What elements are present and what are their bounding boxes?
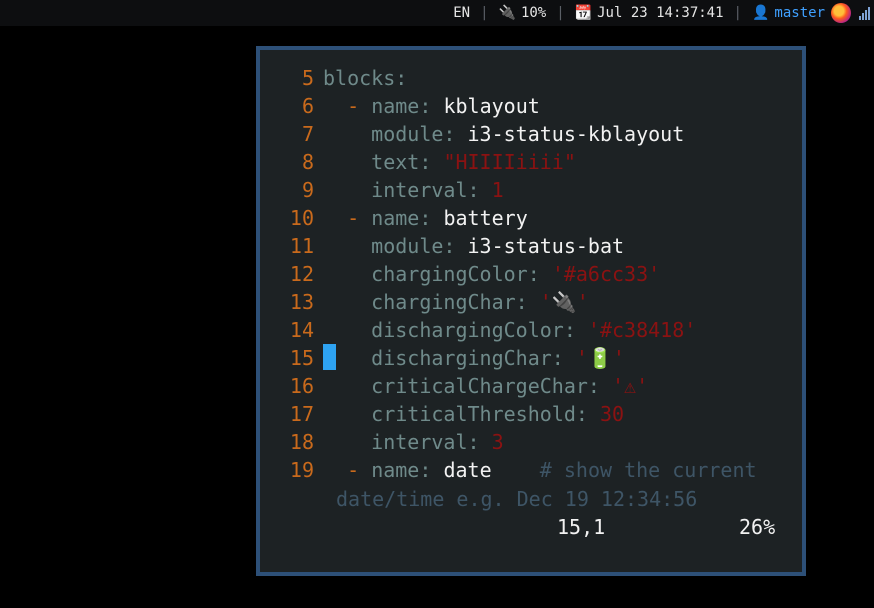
yaml-value: '#c38418' — [587, 318, 697, 342]
line-content: module: i3-status-kblayout — [371, 122, 685, 146]
firefox-tray-icon[interactable] — [831, 3, 851, 23]
line-content: chargingChar: '🔌' — [371, 290, 589, 314]
user-indicator[interactable]: 👤 master — [752, 5, 825, 21]
line-number: 6 — [301, 94, 314, 118]
text-cursor — [323, 344, 336, 370]
line-number: 10 — [289, 206, 314, 230]
yaml-value: "HIIIIiiii" — [443, 150, 576, 174]
line-content: text: "HIIIIiiii" — [371, 150, 576, 174]
keyboard-layout-text: EN — [453, 5, 471, 21]
battery-indicator[interactable]: 🔌 10% — [499, 5, 547, 21]
line-number: 9 — [301, 178, 314, 202]
line-number: 5 — [301, 66, 314, 90]
line-number: 13 — [289, 290, 314, 314]
yaml-value: '🔌' — [539, 290, 589, 314]
yaml-key: chargingColor — [371, 262, 528, 286]
line-number: 17 — [289, 402, 314, 426]
line-content: criticalThreshold: 30 — [371, 402, 625, 426]
yaml-key: text — [371, 150, 420, 174]
plug-icon: 🔌 — [498, 5, 516, 21]
line-number: 12 — [289, 262, 314, 286]
user-icon: 👤 — [751, 5, 770, 21]
yaml-key: criticalChargeChar — [371, 374, 588, 398]
line-number: 16 — [289, 374, 314, 398]
keyboard-layout-indicator[interactable]: EN — [453, 5, 470, 21]
line-number: 8 — [301, 150, 314, 174]
yaml-value: i3-status-bat — [467, 234, 625, 258]
yaml-key: interval — [371, 178, 468, 202]
yaml-key: dischargingChar — [371, 346, 552, 370]
yaml-value: 30 — [599, 402, 625, 426]
datetime-text: Jul 23 14:37:41 — [597, 5, 724, 21]
line-number: 18 — [289, 430, 314, 454]
wrapped-comment-line: date/time e.g. Dec 19 12:34:56 — [336, 487, 698, 511]
yaml-value: '🔋' — [575, 346, 625, 370]
yaml-key: module — [371, 122, 444, 146]
yaml-key: module — [371, 234, 444, 258]
yaml-key: criticalThreshold — [371, 402, 576, 426]
username: master — [774, 5, 825, 21]
yaml-value: kblayout — [443, 94, 540, 118]
line-content: dischargingColor: '#c38418' — [371, 318, 697, 342]
line-number: 7 — [301, 122, 314, 146]
yaml-key: dischargingColor — [371, 318, 564, 342]
yaml-comment: # show the current — [491, 458, 757, 482]
line-content: interval: 3 — [371, 430, 504, 454]
line-content: - name: kblayout — [347, 94, 540, 118]
line-content: chargingColor: '#a6cc33' — [371, 262, 661, 286]
top-status-bar: EN | 🔌 10% | 📆 Jul 23 14:37:41 | 👤 maste… — [0, 0, 874, 26]
battery-percent: 10% — [520, 5, 547, 21]
line-content: interval: 1 — [371, 178, 504, 202]
yaml-key: name — [371, 206, 420, 230]
yaml-key: name — [371, 458, 420, 482]
cursor-position: 15,1 — [557, 515, 606, 539]
line-content: criticalChargeChar: '⚠' — [371, 374, 649, 398]
line-number: 14 — [289, 318, 314, 342]
yaml-value: date — [443, 458, 492, 482]
separator: | — [733, 5, 742, 21]
yaml-key: chargingChar — [371, 290, 516, 314]
scroll-percent: 26% — [739, 515, 776, 539]
line-content: dischargingChar: '🔋' — [371, 346, 625, 370]
line-content: - name: battery — [347, 206, 528, 230]
wifi-signal-icon[interactable] — [859, 6, 870, 20]
yaml-value: '⚠' — [612, 374, 649, 398]
yaml-value: i3-status-kblayout — [467, 122, 685, 146]
line-number: 11 — [289, 234, 314, 258]
separator: | — [480, 5, 489, 21]
list-dash: - — [347, 206, 372, 230]
list-dash: - — [347, 94, 372, 118]
line-number: 19 — [289, 458, 314, 482]
terminal-window[interactable]: 5 blocks: 6 - name: kblayout 7 module: i3-s… — [256, 46, 806, 576]
separator: | — [556, 5, 565, 21]
yaml-value: 1 — [491, 178, 504, 202]
line-content: blocks: — [323, 66, 408, 90]
yaml-value: 3 — [491, 430, 504, 454]
yaml-value: battery — [443, 206, 528, 230]
calendar-icon: 📆 — [574, 5, 593, 21]
clock-indicator[interactable]: 📆 Jul 23 14:37:41 — [575, 5, 724, 21]
yaml-key: blocks — [323, 66, 396, 90]
line-number: 15 — [289, 346, 314, 370]
list-dash: - — [347, 458, 372, 482]
yaml-key: name — [371, 94, 420, 118]
line-content: - name: date # show the current — [347, 458, 757, 482]
yaml-key: interval — [371, 430, 468, 454]
yaml-value: '#a6cc33' — [551, 262, 661, 286]
line-content: module: i3-status-bat — [371, 234, 625, 258]
